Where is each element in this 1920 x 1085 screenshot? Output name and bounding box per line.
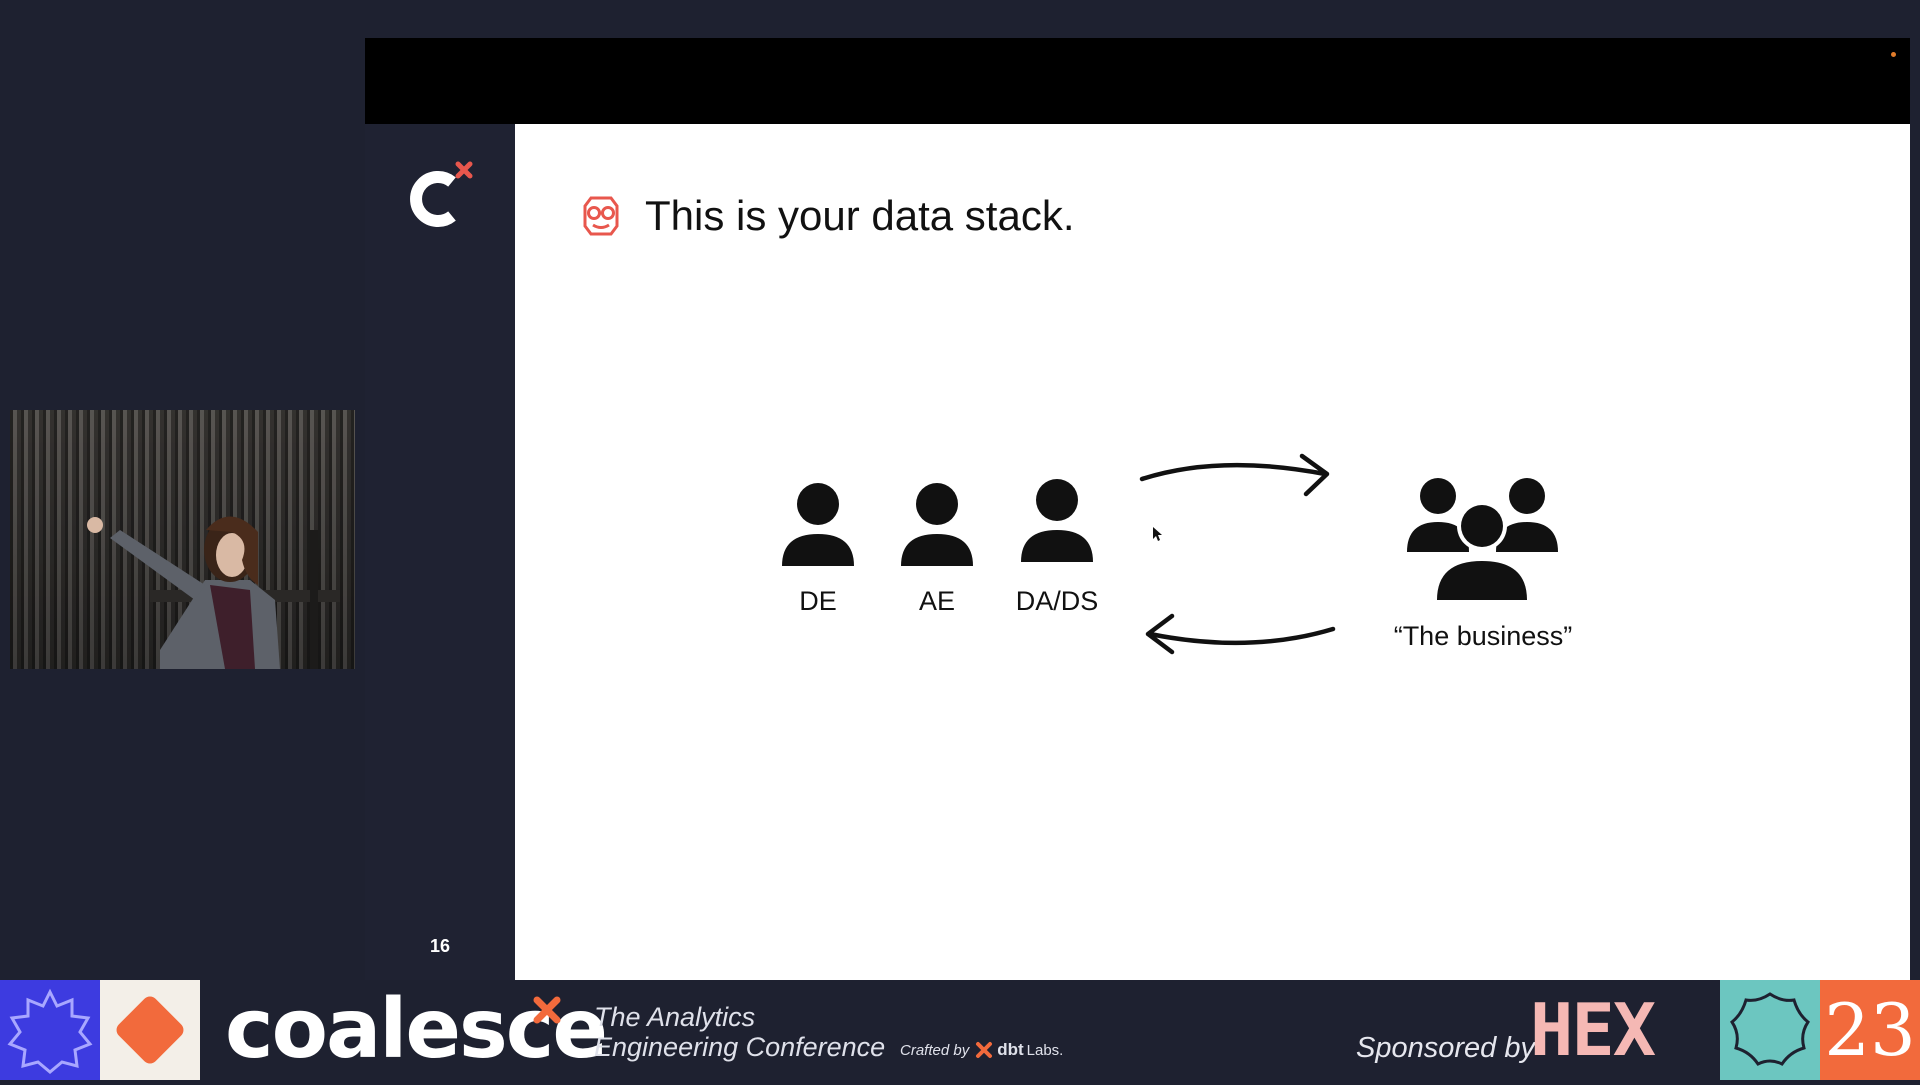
crafted-by-text: Crafted by — [900, 1041, 970, 1059]
badge-outline-icon — [1729, 992, 1811, 1066]
tagline-line-2: Engineering Conference — [594, 1032, 886, 1062]
speaker-figure — [10, 410, 355, 669]
diamond-icon — [116, 996, 184, 1064]
banner-diamond-tile — [100, 980, 200, 1080]
tagline-line-1: The Analytics — [594, 1002, 756, 1032]
labs-wordmark: Labs. — [1026, 1041, 1064, 1059]
person-icon — [901, 483, 973, 566]
dbt-logo-icon — [976, 1042, 993, 1058]
slide-title: This is your data stack. — [645, 192, 1075, 239]
recording-dot-icon — [1891, 52, 1896, 57]
coalesce-c-logo — [410, 161, 473, 227]
slide-number: 16 — [429, 936, 451, 956]
person-icon — [782, 483, 854, 566]
speaker-video — [10, 410, 355, 669]
banner-star-tile — [0, 980, 100, 1080]
bidirectional-arrows-icon — [1139, 453, 1336, 655]
slide-content: This is your data stack. DE AE DA/DS “Th… — [515, 124, 1910, 980]
sponsored-by-text: Sponsored by — [1356, 1032, 1535, 1064]
slide-title-row: This is your data stack. — [577, 192, 1075, 240]
mouse-cursor-icon — [1153, 527, 1162, 541]
conference-year: 23 — [1824, 988, 1916, 1072]
crafted-by: Crafted by dbt Labs. — [900, 1040, 1063, 1060]
nerd-face-icon — [583, 196, 619, 236]
slide-top-bar — [365, 38, 1910, 124]
business-group-label: “The business” — [1393, 621, 1573, 651]
coalesce-x-mark-icon — [533, 996, 561, 1024]
conference-tagline: The Analytics Engineering Conference — [594, 1002, 885, 1062]
role-label-ae: AE — [918, 586, 956, 616]
slide-sidebar: 16 — [365, 124, 515, 980]
person-icon — [1021, 479, 1093, 562]
people-group-icon — [1407, 478, 1558, 604]
badge-star-icon — [7, 988, 93, 1074]
hex-sponsor-logo: HEX — [1530, 988, 1656, 1072]
conference-stream-frame: 16 This is your data stack. DE AE DA/DS … — [0, 0, 1920, 1080]
banner-teal-tile — [1720, 980, 1820, 1080]
role-label-dads: DA/DS — [1015, 586, 1099, 616]
conference-banner: coalesce The Analytics Engineering Confe… — [0, 980, 1920, 1080]
dbt-wordmark: dbt — [997, 1040, 1024, 1059]
